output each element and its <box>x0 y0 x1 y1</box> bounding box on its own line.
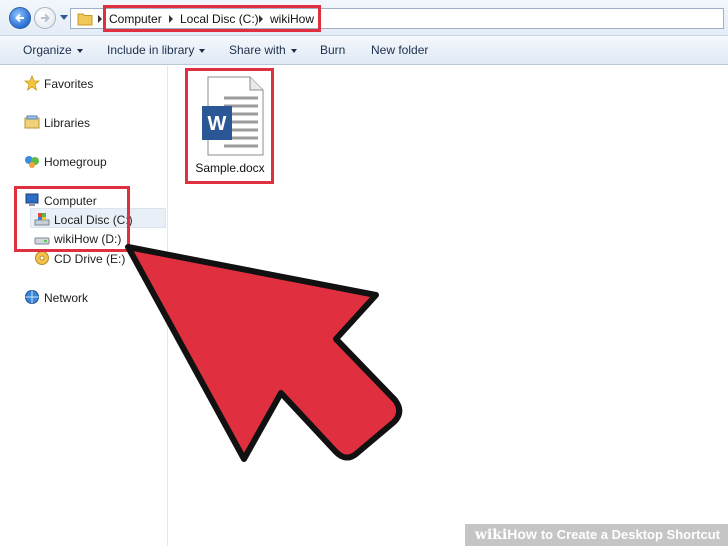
back-arrow-icon <box>15 13 24 23</box>
chevron-down-icon <box>76 48 83 53</box>
recent-pages-dropdown[interactable] <box>60 15 68 20</box>
libraries-icon <box>24 115 40 129</box>
cd-drive-icon <box>35 251 49 265</box>
include-in-library-label: Include in library <box>107 43 195 57</box>
burn-button[interactable]: Burn <box>320 43 345 57</box>
sidebar-item-label: Homegroup <box>44 155 107 169</box>
watermark-how: How <box>507 526 537 542</box>
address-highlight-box <box>103 5 321 32</box>
back-button[interactable] <box>9 7 31 29</box>
network-icon <box>25 290 39 304</box>
watermark-title: to Create a Desktop Shortcut <box>540 527 720 542</box>
share-with-menu[interactable]: Share with <box>229 43 297 57</box>
sidebar-item-label: CD Drive (E:) <box>54 252 126 266</box>
include-in-library-menu[interactable]: Include in library <box>107 43 206 57</box>
forward-arrow-icon <box>41 13 50 23</box>
address-bar-row: Computer Local Disc (C:) wikiHow <box>0 0 728 36</box>
computer-drives-highlight-box <box>14 186 130 252</box>
sidebar-item-label: Network <box>44 291 89 305</box>
breadcrumb-separator-icon[interactable] <box>98 15 102 23</box>
chevron-down-icon <box>199 48 206 53</box>
share-with-label: Share with <box>229 43 286 57</box>
watermark-wiki: wiki <box>474 527 508 543</box>
star-icon <box>24 75 40 91</box>
command-bar: Organize Include in library Share with B… <box>0 36 728 65</box>
sidebar-item-label: Favorites <box>44 77 94 91</box>
watermark-banner: wikiHow to Create a Desktop Shortcut <box>464 524 728 546</box>
organize-menu[interactable]: Organize <box>23 43 83 57</box>
forward-button[interactable] <box>34 7 56 29</box>
chevron-down-icon <box>290 48 297 53</box>
new-folder-button[interactable]: New folder <box>371 43 428 57</box>
homegroup-icon <box>25 156 39 168</box>
navigation-pane <box>0 66 168 546</box>
file-highlight-box <box>185 68 274 184</box>
sidebar-item-label: Libraries <box>44 116 91 130</box>
organize-label: Organize <box>23 43 72 57</box>
folder-icon <box>77 13 93 26</box>
